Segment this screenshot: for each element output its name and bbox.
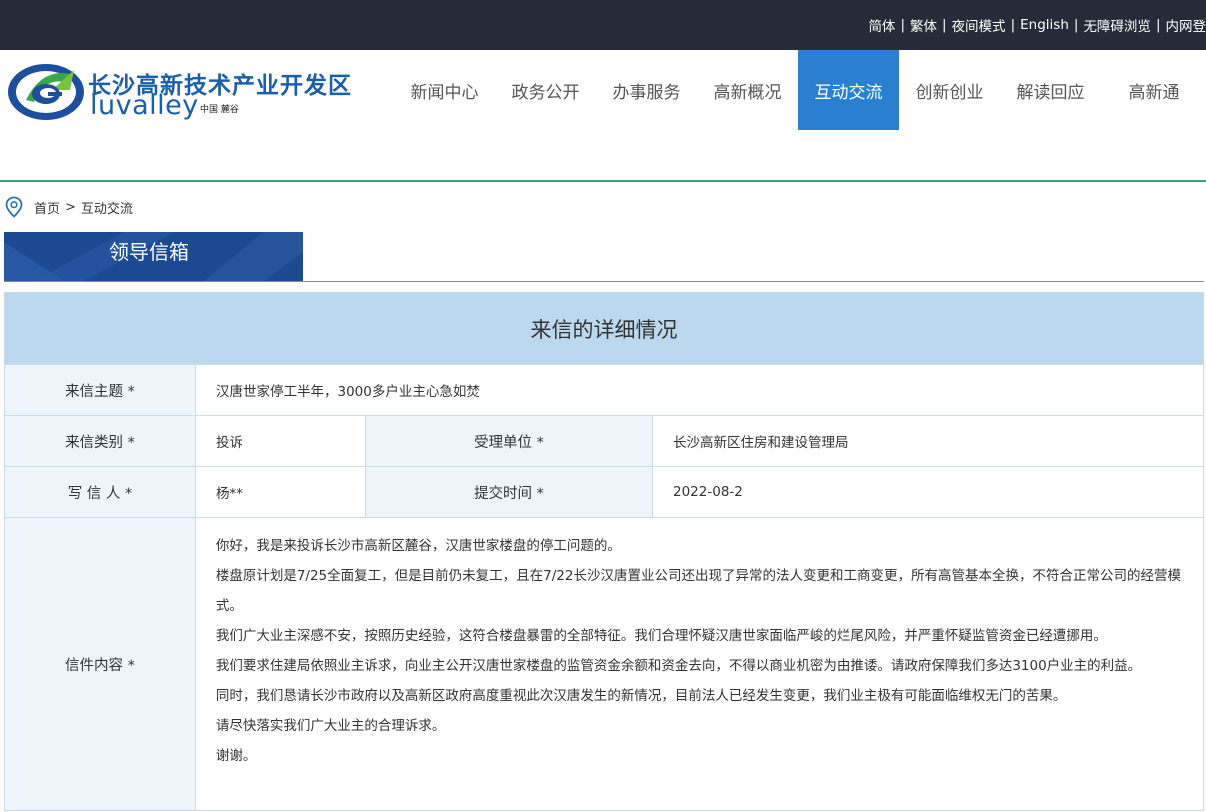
separator: | — [1010, 17, 1016, 33]
nav-interaction[interactable]: 互动交流 — [798, 50, 899, 130]
location-pin-icon — [5, 196, 23, 218]
subject-label: 来信主题 * — [5, 365, 196, 415]
category-label: 来信类别 * — [5, 416, 196, 466]
traditional-chinese-link[interactable]: 繁体 — [910, 15, 937, 35]
nav-government-affairs[interactable]: 政务公开 — [495, 50, 596, 130]
dept-label: 受理单位 * — [365, 416, 653, 466]
separator: | — [1155, 17, 1161, 33]
section-banner: 领导信箱 — [4, 232, 303, 281]
night-mode-link[interactable]: 夜间模式 — [952, 15, 1006, 35]
separator: | — [1073, 17, 1079, 33]
separator: | — [900, 17, 905, 33]
content-paragraph: 你好，我是来投诉长沙市高新区麓谷，汉唐世家楼盘的停工问题的。 — [215, 538, 621, 554]
nav-news[interactable]: 新闻中心 — [394, 50, 495, 130]
section-divider — [4, 281, 1204, 282]
dept-value: 长沙高新区住房和建设管理局 — [673, 435, 849, 451]
simplified-chinese-link[interactable]: 简体 — [868, 15, 895, 35]
breadcrumb: 首页 > 互动交流 — [4, 196, 133, 218]
nav-interpretation[interactable]: 解读回应 — [1000, 50, 1101, 130]
intranet-login-link[interactable]: 内网登 — [1166, 15, 1206, 35]
nav-gaoxintong[interactable]: 高新通 — [1101, 50, 1206, 130]
subject-row: 来信主题 * 汉唐世家停工半年，3000多户业主心急如焚 — [5, 365, 1203, 416]
nav-services[interactable]: 办事服务 — [596, 50, 697, 130]
content-paragraph: 同时，我们恳请长沙市政府以及高新区政府高度重视此次汉唐发生的新情况，目前法人已经… — [215, 688, 1067, 704]
breadcrumb-home[interactable]: 首页 — [34, 198, 60, 217]
breadcrumb-current[interactable]: 互动交流 — [81, 198, 133, 217]
content-paragraph: 楼盘原计划是7/25全面复工，但是目前仍未复工，且在7/22长沙汉唐置业公司还出… — [215, 568, 1181, 614]
content-paragraph: 我们广大业主深感不安，按照历史经验，这符合楼盘暴雷的全部特征。我们合理怀疑汉唐世… — [215, 628, 1107, 644]
nav-innovation[interactable]: 创新创业 — [899, 50, 1000, 130]
top-utility-bar: 简体 | 繁体 | 夜间模式 | English | 无障碍浏览 | 内网登 — [0, 0, 1206, 50]
time-value: 2022-08-2 — [673, 484, 743, 500]
letter-content: 你好，我是来投诉长沙市高新区麓谷，汉唐世家楼盘的停工问题的。 楼盘原计划是7/2… — [196, 518, 1203, 810]
writer-value: 杨** — [216, 486, 243, 502]
site-tagline: 中国 麓谷 — [200, 105, 239, 115]
writer-row: 写 信 人 * 杨** 提交时间 * 2022-08-2 — [5, 467, 1203, 518]
content-label: 信件内容 * — [5, 518, 196, 810]
time-label: 提交时间 * — [365, 467, 653, 517]
content-paragraph: 请尽快落实我们广大业主的合理诉求。 — [215, 718, 446, 734]
separator: | — [942, 17, 947, 33]
writer-label: 写 信 人 * — [5, 467, 196, 517]
breadcrumb-separator: > — [65, 199, 76, 215]
subject-value: 汉唐世家停工半年，3000多户业主心急如焚 — [216, 384, 480, 400]
content-paragraph: 我们要求住建局依照业主诉求，向业主公开汉唐世家楼盘的监管资金余额和资金去向，不得… — [215, 658, 1142, 674]
header-divider — [0, 180, 1206, 182]
content-row: 信件内容 * 你好，我是来投诉长沙市高新区麓谷，汉唐世家楼盘的停工问题的。 楼盘… — [5, 518, 1203, 810]
category-row: 来信类别 * 投诉 受理单位 * 长沙高新区住房和建设管理局 — [5, 416, 1203, 467]
utility-links: 简体 | 繁体 | 夜间模式 | English | 无障碍浏览 | 内网登 — [868, 15, 1206, 35]
nav-overview[interactable]: 高新概况 — [697, 50, 798, 130]
category-value: 投诉 — [216, 435, 243, 451]
accessibility-link[interactable]: 无障碍浏览 — [1083, 15, 1151, 35]
letter-detail-table: 来信的详细情况 来信主题 * 汉唐世家停工半年，3000多户业主心急如焚 来信类… — [4, 292, 1204, 811]
table-heading: 来信的详细情况 — [5, 293, 1203, 365]
english-link[interactable]: English — [1020, 17, 1069, 33]
site-subtitle: luvalley — [90, 90, 199, 121]
main-nav: 新闻中心 政务公开 办事服务 高新概况 互动交流 创新创业 解读回应 高新通 — [394, 50, 1206, 130]
content-paragraph: 谢谢。 — [215, 748, 257, 764]
section-title: 领导信箱 — [109, 240, 189, 264]
